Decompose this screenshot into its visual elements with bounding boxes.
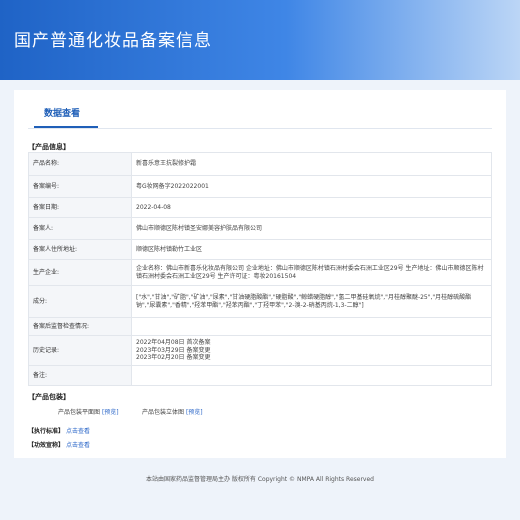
row-label: 生产企业: bbox=[28, 259, 132, 286]
history-value: 2022年04月08日 首次备案 2023年03月29日 备案变更 2023年0… bbox=[131, 335, 492, 366]
row-label: 历史记录: bbox=[28, 335, 132, 366]
history-entry: 2023年02月20日 备案变更 bbox=[136, 354, 211, 362]
main-card: 数据查看 【产品信息】 产品名称: 新喜乐意王抗裂修护霜 备案编号: 粤G妆网备… bbox=[14, 90, 506, 458]
table-row: 备注: bbox=[28, 365, 492, 386]
packaging-heading: 【产品包装】 bbox=[28, 393, 70, 401]
product-info-heading: 【产品信息】 bbox=[28, 143, 70, 151]
row-label: 成分: bbox=[28, 285, 132, 318]
standard-row: 【执行标准】 点击查看 bbox=[28, 426, 90, 435]
registrant-value: 佛山市顺德区陈村镇圣安娜美容护肤品有限公司 bbox=[131, 217, 492, 240]
registrant-address-value: 顺德区陈村镇勒竹工业区 bbox=[131, 239, 492, 260]
ingredients-value: ["水","甘油","矿脂","矿油","尿素","甘油硬脂酸酯","硬脂酸",… bbox=[131, 285, 492, 318]
page-title: 国产普通化妆品备案信息 bbox=[14, 31, 212, 51]
standard-heading: 【执行标准】 bbox=[28, 428, 65, 435]
tab-divider bbox=[28, 128, 492, 129]
product-name-value: 新喜乐意王抗裂修护霜 bbox=[131, 152, 492, 176]
record-number-value: 粤G妆网备字2022022001 bbox=[131, 175, 492, 198]
efficacy-view-link[interactable]: 点击查看 bbox=[66, 442, 90, 449]
product-info-table: 产品名称: 新喜乐意王抗裂修护霜 备案编号: 粤G妆网备字2022022001 … bbox=[28, 152, 492, 386]
row-label: 备案人住所地址: bbox=[28, 239, 132, 260]
row-label: 备注: bbox=[28, 365, 132, 386]
preview-link[interactable]: [预览] bbox=[102, 409, 119, 416]
header-banner: 国产普通化妆品备案信息 bbox=[0, 0, 520, 80]
table-row: 备案日期: 2022-04-08 bbox=[28, 197, 492, 218]
row-label: 产品名称: bbox=[28, 152, 132, 176]
inspection-value bbox=[131, 317, 492, 336]
tab-data-view[interactable]: 数据查看 bbox=[44, 106, 80, 119]
efficacy-heading: 【功效宣称】 bbox=[28, 442, 65, 449]
table-row: 历史记录: 2022年04月08日 首次备案 2023年03月29日 备案变更 … bbox=[28, 335, 492, 366]
footer-copyright: 本站由国家药品监督管理局主办 版权所有 Copyright © NMPA All… bbox=[146, 476, 374, 483]
table-row: 产品名称: 新喜乐意王抗裂修护霜 bbox=[28, 152, 492, 176]
row-label: 备案人: bbox=[28, 217, 132, 240]
table-row: 备案后监督检查情况: bbox=[28, 317, 492, 336]
remarks-value bbox=[131, 365, 492, 386]
history-entry: 2022年04月08日 首次备案 bbox=[136, 339, 211, 347]
row-label: 备案编号: bbox=[28, 175, 132, 198]
table-row: 备案编号: 粤G妆网备字2022022001 bbox=[28, 175, 492, 198]
table-row: 备案人: 佛山市顺德区陈村镇圣安娜美容护肤品有限公司 bbox=[28, 217, 492, 240]
row-label: 备案日期: bbox=[28, 197, 132, 218]
row-label: 备案后监督检查情况: bbox=[28, 317, 132, 336]
table-row: 生产企业: 企业名称：佛山市新喜乐化妆品有限公司 企业地址：佛山市顺德区陈村镇石… bbox=[28, 259, 492, 286]
preview-link[interactable]: [预览] bbox=[186, 409, 203, 416]
packaging-item: 产品包装平面图 [预览] bbox=[58, 407, 119, 416]
standard-view-link[interactable]: 点击查看 bbox=[66, 428, 90, 435]
manufacturer-value: 企业名称：佛山市新喜乐化妆品有限公司 企业地址：佛山市顺德区陈村镇石洲村委会石洲… bbox=[131, 259, 492, 286]
table-row: 备案人住所地址: 顺德区陈村镇勒竹工业区 bbox=[28, 239, 492, 260]
packaging-label: 产品包装立体图 bbox=[142, 409, 185, 416]
efficacy-row: 【功效宣称】 点击查看 bbox=[28, 440, 90, 449]
record-date-value: 2022-04-08 bbox=[131, 197, 492, 218]
packaging-label: 产品包装平面图 bbox=[58, 409, 101, 416]
packaging-item: 产品包装立体图 [预览] bbox=[142, 407, 203, 416]
table-row: 成分: ["水","甘油","矿脂","矿油","尿素","甘油硬脂酸酯","硬… bbox=[28, 285, 492, 318]
